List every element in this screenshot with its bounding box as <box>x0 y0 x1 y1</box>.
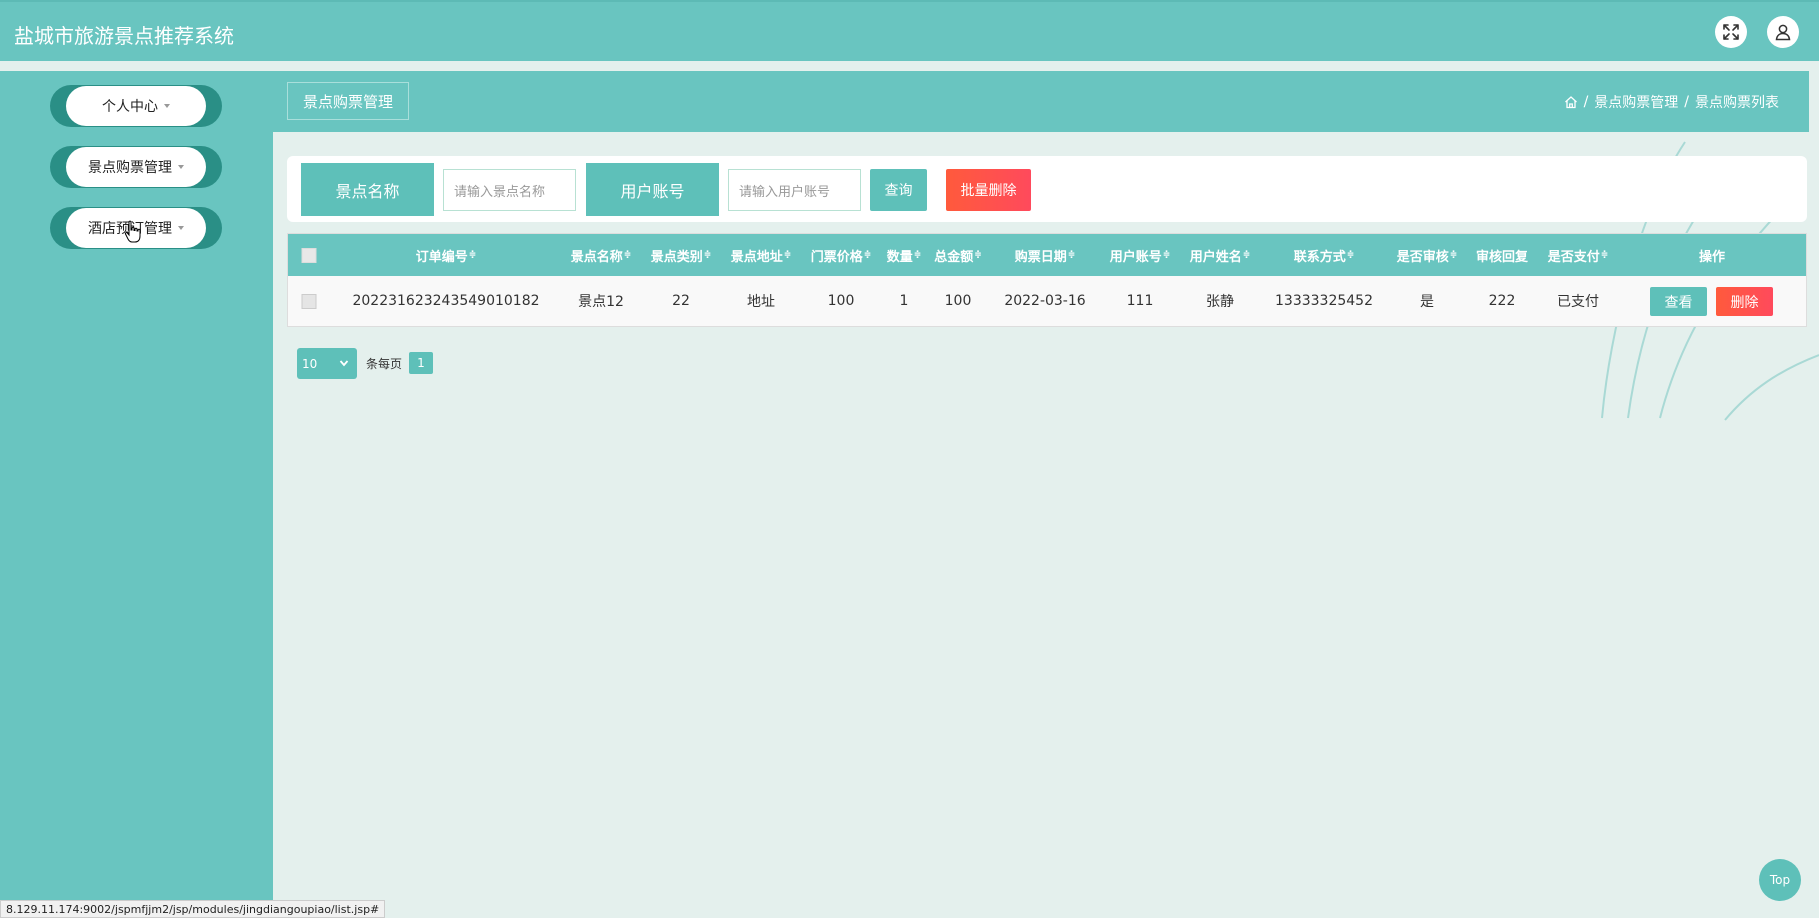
column-header: 操作 <box>1698 249 1726 265</box>
hand-cursor-icon <box>124 220 141 243</box>
table-cell: 已支付 <box>1557 294 1599 310</box>
sort-icon: ≑ <box>974 250 982 260</box>
ticket-table: 订单编号 ≑ 景点名称 ≑ 景点类别 ≑ 景点地址 ≑ 门票价格 ≑ 数量 ≑ 总金额 ≑ 购… <box>287 233 1807 327</box>
column-header[interactable]: 是否支付 ≑ <box>1548 234 1609 276</box>
column-header: 审核回复 <box>1475 249 1529 265</box>
top-bar: 盐城市旅游景点推荐系统 <box>0 0 1819 61</box>
table-cell: 张静 <box>1206 294 1234 310</box>
sidebar-item-personal-center[interactable]: 个人中心 <box>50 85 222 127</box>
column-header[interactable]: 景点地址 ≑ <box>731 234 792 276</box>
column-header[interactable]: 景点类别 ≑ <box>651 234 712 276</box>
row-checkbox[interactable] <box>301 293 317 309</box>
table-cell: 是 <box>1420 294 1434 310</box>
breadcrumb-item-ticket-list: 景点购票列表 <box>1695 95 1779 111</box>
sort-icon: ≑ <box>1162 250 1171 260</box>
column-header[interactable]: 联系方式 ≑ <box>1294 234 1355 276</box>
table-cell: 1 <box>899 293 909 309</box>
status-bar-url: 8.129.11.174:9002/jspmfjjm2/jsp/modules/… <box>0 900 386 918</box>
spot-name-input[interactable]: 请输入景点名称 <box>443 169 576 211</box>
row-select-cell <box>301 276 317 326</box>
view-button[interactable]: 查看 <box>1650 287 1707 316</box>
column-header[interactable]: 总金额 ≑ <box>934 234 982 276</box>
header-gap <box>0 61 1819 71</box>
user-icon <box>1775 24 1791 41</box>
breadcrumb-separator: / <box>1583 94 1589 110</box>
app-title: 盐城市旅游景点推荐系统 <box>14 24 234 48</box>
sort-icon: ≑ <box>1449 250 1458 260</box>
breadcrumb-item-ticket-management[interactable]: 景点购票管理 <box>1594 92 1678 112</box>
sort-icon: ≑ <box>468 250 477 260</box>
table-cell: 100 <box>827 293 855 309</box>
sort-icon: ≑ <box>863 250 872 260</box>
home-icon[interactable] <box>1564 95 1578 109</box>
delete-button[interactable]: 删除 <box>1716 287 1773 316</box>
breadcrumb: / 景点购票管理 / 景点购票列表 <box>1564 92 1779 112</box>
caret-down-icon <box>178 226 184 230</box>
table-row: 202231623243549010182 景点12 22 地址 100 1 1… <box>288 276 1806 326</box>
search-panel: 景点名称 请输入景点名称 用户账号 请输入用户账号 查询 批量删除 <box>287 156 1807 222</box>
table-cell: 13333325452 <box>1275 293 1373 309</box>
column-header[interactable]: 用户姓名 ≑ <box>1190 234 1251 276</box>
table-cell: 202231623243549010182 <box>352 293 540 309</box>
back-to-top-button[interactable]: Top <box>1759 859 1801 901</box>
table-cell: 地址 <box>747 294 775 310</box>
sort-icon: ≑ <box>1242 250 1251 260</box>
column-header[interactable]: 是否审核 ≑ <box>1397 234 1458 276</box>
column-header[interactable]: 景点名称 ≑ <box>571 234 632 276</box>
page-tab[interactable]: 景点购票管理 <box>287 82 410 120</box>
column-header[interactable]: 用户账号 ≑ <box>1110 234 1171 276</box>
batch-delete-button[interactable]: 批量删除 <box>946 169 1031 211</box>
per-page-label: 条每页 <box>366 357 403 371</box>
sidebar-item-label: 景点购票管理 <box>88 160 172 176</box>
breadcrumb-separator: / <box>1684 94 1689 110</box>
caret-down-icon <box>178 165 184 169</box>
user-account-label: 用户账号 <box>586 163 719 216</box>
table-cell: 22 <box>672 293 690 309</box>
column-header[interactable]: 订单编号 ≑ <box>416 234 477 276</box>
sort-icon: ≑ <box>703 250 712 260</box>
page-size-select[interactable]: 10 <box>297 348 357 379</box>
fullscreen-icon <box>1723 24 1739 40</box>
select-all-checkbox[interactable] <box>301 247 317 263</box>
sort-icon: ≑ <box>1067 250 1076 260</box>
spot-name-label: 景点名称 <box>301 163 434 216</box>
chevron-down-icon <box>339 360 349 367</box>
table-cell: 100 <box>944 293 972 309</box>
select-all-cell <box>301 234 317 276</box>
sidebar: 个人中心 景点购票管理 酒店预订管理 <box>0 71 273 918</box>
fullscreen-button[interactable] <box>1715 16 1747 48</box>
page-size-value: 10 <box>302 356 318 371</box>
table-header: 订单编号 ≑ 景点名称 ≑ 景点类别 ≑ 景点地址 ≑ 门票价格 ≑ 数量 ≑ 总金额 ≑ 购… <box>288 234 1806 276</box>
table-cell: 景点12 <box>578 294 624 310</box>
sort-icon: ≑ <box>913 250 922 260</box>
user-account-input[interactable]: 请输入用户账号 <box>728 169 861 211</box>
table-cell: 222 <box>1488 293 1516 309</box>
table-cell: 2022-03-16 <box>1004 293 1086 309</box>
page-number-current[interactable]: 1 <box>409 352 433 374</box>
sidebar-item-ticket-management[interactable]: 景点购票管理 <box>50 146 222 188</box>
caret-down-icon <box>164 104 170 108</box>
sort-icon: ≑ <box>1600 250 1609 260</box>
column-header[interactable]: 数量 ≑ <box>887 234 922 276</box>
user-button[interactable] <box>1767 16 1799 48</box>
column-header[interactable]: 门票价格 ≑ <box>811 234 872 276</box>
column-header[interactable]: 购票日期 ≑ <box>1015 234 1076 276</box>
table-cell: 111 <box>1126 293 1154 309</box>
sort-icon: ≑ <box>1346 250 1355 260</box>
sort-icon: ≑ <box>783 250 792 260</box>
sidebar-item-label: 个人中心 <box>102 99 158 115</box>
content-header: 景点购票管理 / 景点购票管理 / 景点购票列表 <box>273 71 1809 132</box>
query-button[interactable]: 查询 <box>870 169 927 211</box>
sort-icon: ≑ <box>623 250 632 260</box>
